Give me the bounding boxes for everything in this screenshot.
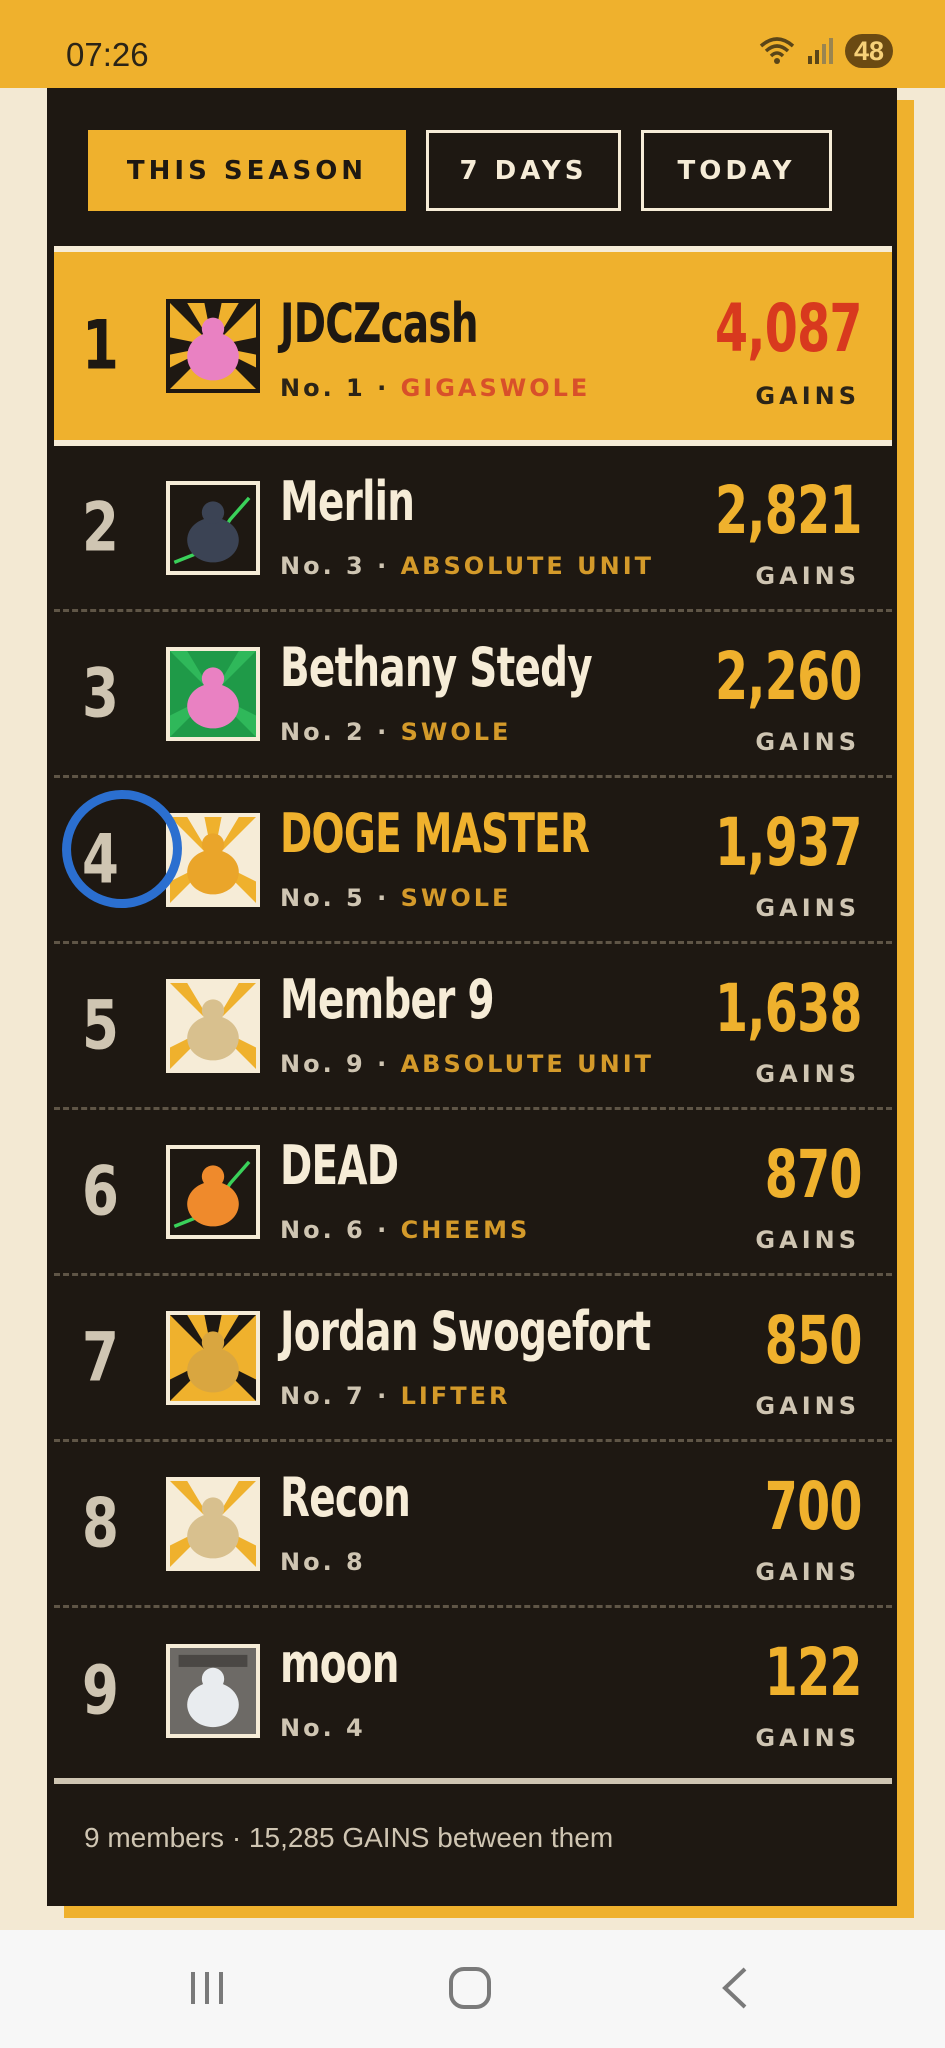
tier-label: LIFTER xyxy=(400,1382,511,1410)
gains-label: GAINS xyxy=(755,562,860,590)
member-meta: No. 4 xyxy=(280,1714,366,1742)
score-value: 700 xyxy=(764,1468,863,1545)
leaderboard-row[interactable]: 1 JDCZcash No. 1 · GIGASWOLE 4,087 GAINS xyxy=(54,246,892,446)
gains-label: GAINS xyxy=(755,1558,860,1586)
member-meta: No. 7 · LIFTER xyxy=(280,1382,511,1410)
leaderboard-row[interactable]: 6 DEAD No. 6 · CHEEMS 870 GAINS xyxy=(54,1110,892,1276)
rank-number: 2 xyxy=(82,488,119,567)
avatar xyxy=(166,480,260,575)
gains-label: GAINS xyxy=(755,1392,860,1420)
status-bar: 07:26 48 xyxy=(0,0,945,88)
gains-label: GAINS xyxy=(755,1060,860,1088)
tier-label: CHEEMS xyxy=(400,1216,531,1244)
score-value: 1,937 xyxy=(715,804,862,881)
gains-label: GAINS xyxy=(755,894,860,922)
tab-7-days[interactable]: 7 DAYS xyxy=(426,130,621,211)
member-meta: No. 9 · ABSOLUTE UNIT xyxy=(280,1050,655,1078)
avatar xyxy=(166,646,260,741)
leaderboard-summary: 9 members · 15,285 GAINS between them xyxy=(84,1822,614,1853)
wifi-icon xyxy=(759,37,795,64)
home-icon xyxy=(449,1967,491,2009)
member-meta: No. 5 · SWOLE xyxy=(280,884,512,912)
leaderboard-row[interactable]: 9 moon No. 4 122 GAINS xyxy=(54,1608,892,1774)
period-tabs: THIS SEASON 7 DAYS TODAY xyxy=(88,130,832,211)
member-meta: No. 8 xyxy=(280,1548,366,1576)
score-value: 4,087 xyxy=(715,290,862,367)
battery-indicator: 48 xyxy=(844,34,893,68)
score-value: 2,821 xyxy=(715,472,862,549)
status-icons: 48 xyxy=(757,34,893,68)
member-name: Recon xyxy=(280,1466,411,1529)
tier-label: GIGASWOLE xyxy=(400,374,591,402)
gains-label: GAINS xyxy=(755,382,860,410)
tab-this-season[interactable]: THIS SEASON xyxy=(88,130,406,211)
score-value: 1,638 xyxy=(715,970,862,1047)
rank-number: 3 xyxy=(82,654,119,733)
avatar xyxy=(166,1144,260,1239)
rank-number: 7 xyxy=(82,1318,119,1397)
rank-number: 6 xyxy=(82,1152,119,1231)
gains-label: GAINS xyxy=(755,1724,860,1752)
member-name: Bethany Stedy xyxy=(280,636,593,699)
status-time: 07:26 xyxy=(66,36,149,73)
system-nav-bar xyxy=(0,1930,945,2048)
leaderboard-row[interactable]: 2 Merlin No. 3 · ABSOLUTE UNIT 2,821 GAI… xyxy=(54,446,892,612)
score-value: 850 xyxy=(764,1302,863,1379)
member-meta: No. 2 · SWOLE xyxy=(280,718,512,746)
avatar xyxy=(166,299,260,393)
tab-today[interactable]: TODAY xyxy=(641,130,832,211)
back-icon xyxy=(722,1967,747,2009)
avatar xyxy=(166,978,260,1073)
rank-number: 5 xyxy=(82,986,119,1065)
recents-icon xyxy=(191,1972,223,2004)
footer-divider xyxy=(54,1778,892,1784)
tier-label: SWOLE xyxy=(400,884,512,912)
leaderboard-row[interactable]: 8 Recon No. 8 700 GAINS xyxy=(54,1442,892,1608)
member-meta: No. 6 · CHEEMS xyxy=(280,1216,531,1244)
member-name: moon xyxy=(280,1632,399,1695)
rank-number: 8 xyxy=(82,1484,119,1563)
tier-label: SWOLE xyxy=(400,718,512,746)
leaderboard-row[interactable]: 3 Bethany Stedy No. 2 · SWOLE 2,260 GAIN… xyxy=(54,612,892,778)
back-button[interactable] xyxy=(700,1958,770,2018)
leaderboard-row[interactable]: 7 Jordan Swogefort No. 7 · LIFTER 850 GA… xyxy=(54,1276,892,1442)
recents-button[interactable] xyxy=(172,1958,242,2018)
rank-number: 9 xyxy=(82,1651,119,1731)
score-value: 122 xyxy=(764,1634,863,1711)
gains-label: GAINS xyxy=(755,1226,860,1254)
member-name: DOGE MASTER xyxy=(280,802,590,865)
home-button[interactable] xyxy=(435,1958,505,2018)
gains-label: GAINS xyxy=(755,728,860,756)
member-name: DEAD xyxy=(280,1134,399,1197)
avatar xyxy=(166,1476,260,1571)
member-meta: No. 3 · ABSOLUTE UNIT xyxy=(280,552,655,580)
score-value: 870 xyxy=(764,1136,863,1213)
avatar xyxy=(166,1310,260,1405)
rank-number: 1 xyxy=(82,306,119,386)
member-name: Jordan Swogefort xyxy=(280,1300,651,1363)
member-name: Member 9 xyxy=(280,968,495,1031)
member-meta: No. 1 · GIGASWOLE xyxy=(280,374,591,402)
avatar xyxy=(166,1644,260,1738)
member-name: Merlin xyxy=(280,470,415,533)
leaderboard-row[interactable]: 5 Member 9 No. 9 · ABSOLUTE UNIT 1,638 G… xyxy=(54,944,892,1110)
tier-label: ABSOLUTE UNIT xyxy=(400,1050,655,1078)
signal-icon xyxy=(807,38,833,64)
score-value: 2,260 xyxy=(715,638,862,715)
tier-label: ABSOLUTE UNIT xyxy=(400,552,655,580)
member-name: JDCZcash xyxy=(280,292,479,355)
